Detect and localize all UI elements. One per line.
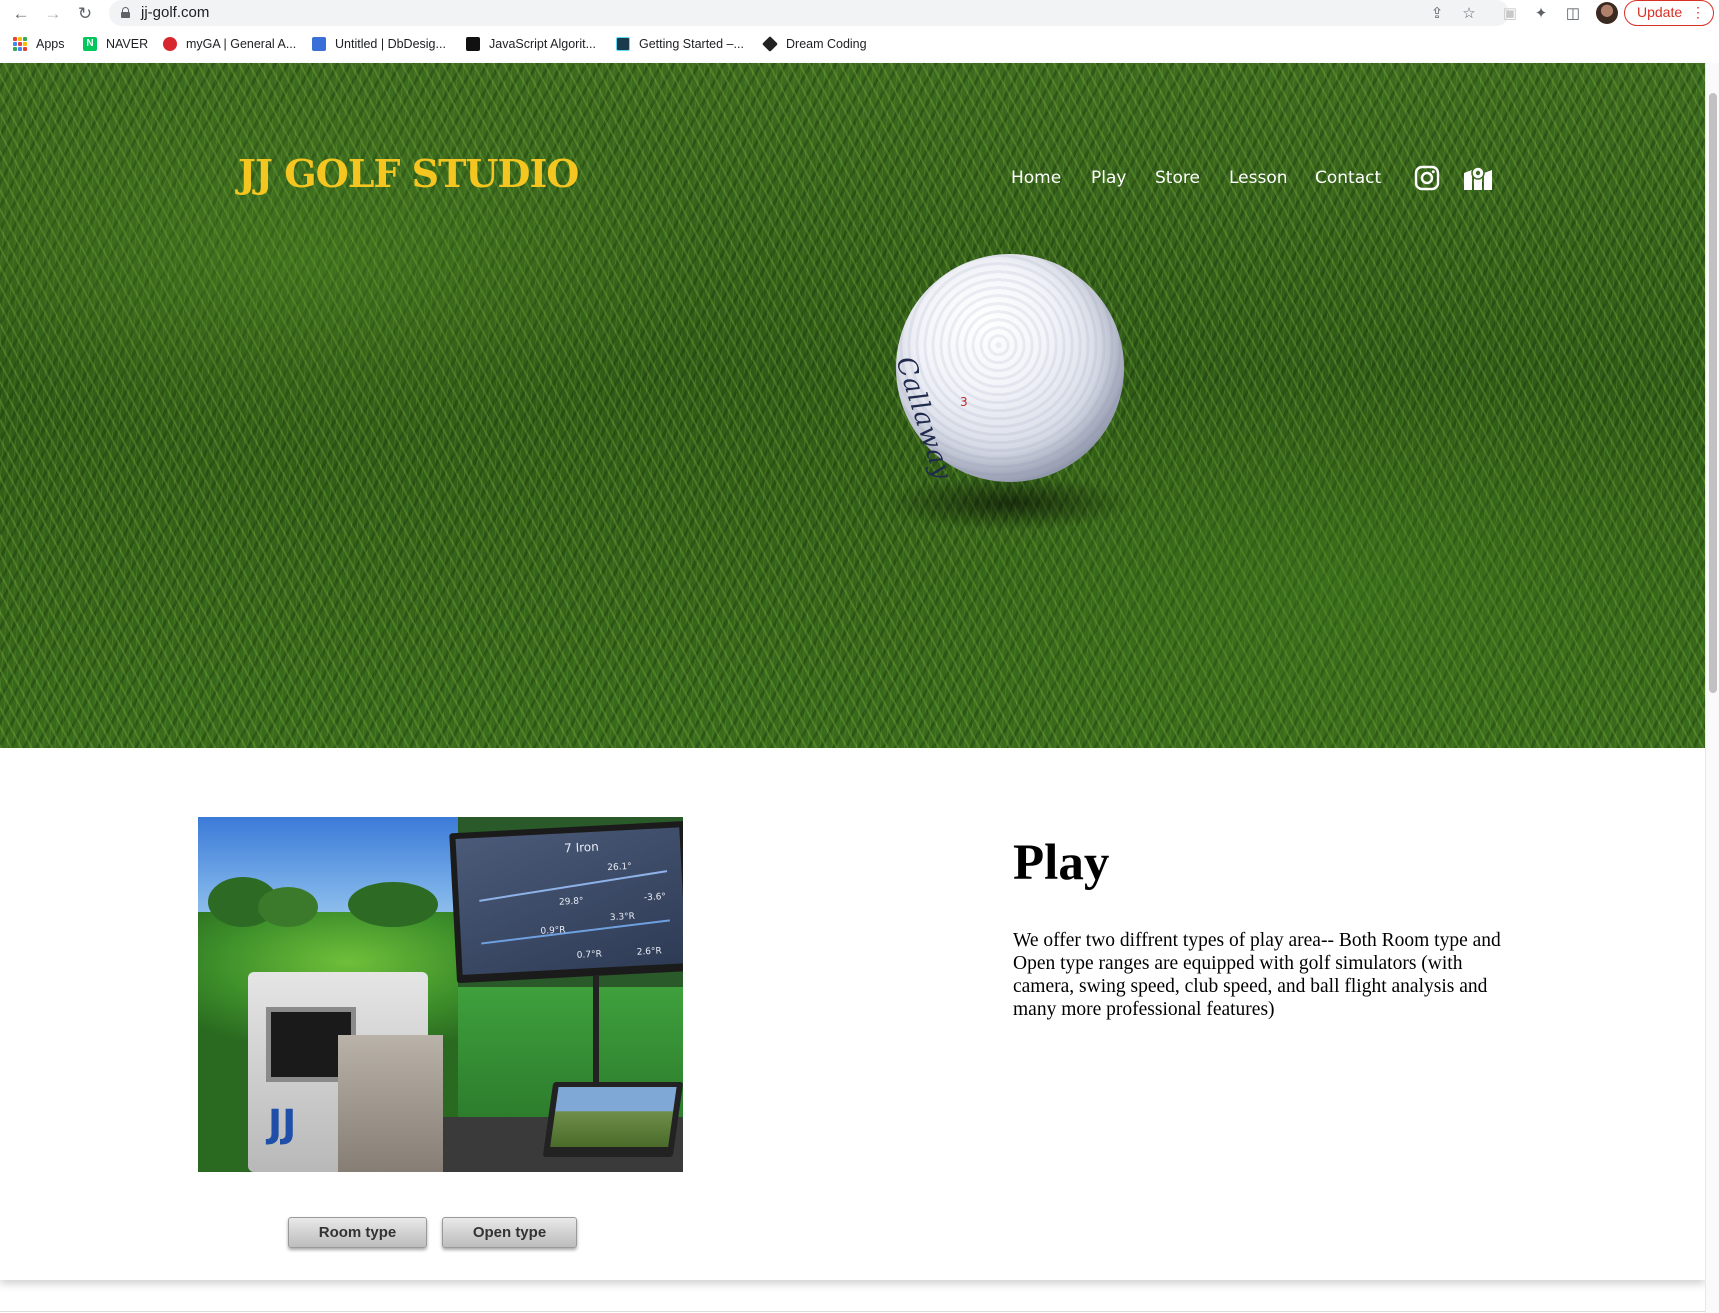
- bookmark-label: Apps: [36, 37, 65, 51]
- bookmark-getting-started[interactable]: Getting Started –...: [616, 34, 744, 54]
- bookmark-label: Getting Started –...: [639, 37, 744, 51]
- address-bar[interactable]: [109, 0, 1509, 26]
- instagram-icon[interactable]: [1414, 165, 1440, 191]
- readout-spin: 29.8°: [558, 896, 584, 908]
- back-icon[interactable]: ←: [10, 3, 32, 25]
- page: Callaway 3 JJ GOLF STUDIO Home Play Stor…: [0, 63, 1705, 1280]
- scrollbar-thumb[interactable]: [1709, 93, 1717, 693]
- bookmark-naver[interactable]: N NAVER: [83, 34, 148, 54]
- play-title: Play: [1013, 835, 1110, 891]
- naver-icon: N: [83, 37, 97, 51]
- nav-contact[interactable]: Contact: [1315, 168, 1381, 188]
- myga-icon: [163, 37, 177, 51]
- bookmark-myga[interactable]: myGA | General A...: [163, 34, 296, 54]
- react-icon: [616, 37, 630, 51]
- more-icon[interactable]: ⋮: [1691, 1, 1705, 24]
- bookmark-label: JavaScript Algorit...: [489, 37, 596, 51]
- browser-toolbar: ← → ↻ jj-golf.com ⇪ ☆ ▣ ✦ ◫ Update ⋮: [0, 0, 1719, 27]
- hero-section: Callaway 3 JJ GOLF STUDIO Home Play Stor…: [0, 63, 1705, 748]
- javascript-algorithms-icon: [466, 37, 480, 51]
- readout-swing: 0.7°R: [576, 949, 603, 961]
- map-icon[interactable]: [1463, 165, 1493, 191]
- site-logo[interactable]: JJ GOLF STUDIO: [238, 151, 579, 196]
- page-viewport: Callaway 3 JJ GOLF STUDIO Home Play Stor…: [0, 63, 1719, 1313]
- nav-home[interactable]: Home: [1011, 168, 1061, 188]
- puzzle-icon[interactable]: ✦: [1530, 3, 1552, 25]
- bookmark-dbdesigner[interactable]: Untitled | DbDesig...: [312, 34, 446, 54]
- bookmark-label: myGA | General A...: [186, 37, 297, 51]
- bookmark-label: Dream Coding: [786, 37, 867, 51]
- open-type-button[interactable]: Open type: [442, 1217, 577, 1248]
- room-type-button[interactable]: Room type: [288, 1217, 427, 1248]
- simulator-photo: 7 Iron 26.1° 29.8° -3.6° 3.3°R 0.9°R 0.7…: [198, 817, 683, 1172]
- url-text[interactable]: jj-golf.com: [141, 4, 209, 21]
- dream-coding-icon: [762, 36, 778, 52]
- bookmarks-bar: Apps N NAVER myGA | General A... Untitle…: [0, 32, 1719, 57]
- monitor-title: 7 Iron: [563, 839, 600, 856]
- share-icon[interactable]: ⇪: [1426, 3, 1448, 25]
- lock-icon: [121, 7, 130, 18]
- profile-avatar[interactable]: [1596, 2, 1618, 24]
- bookmark-dream-coding[interactable]: Dream Coding: [762, 34, 867, 54]
- nav-store[interactable]: Store: [1155, 168, 1200, 188]
- update-label: Update: [1637, 4, 1683, 20]
- readout-attack: -3.6°: [643, 892, 667, 904]
- bookmark-star-icon[interactable]: ☆: [1458, 3, 1480, 25]
- bookmark-javascript[interactable]: JavaScript Algorit...: [466, 34, 596, 54]
- ball-number-text: 3: [960, 395, 968, 409]
- laptop: [542, 1082, 683, 1157]
- nav-lesson[interactable]: Lesson: [1229, 168, 1288, 188]
- readout-path: 2.6°R: [636, 946, 663, 958]
- readout-launch: 26.1°: [607, 861, 633, 874]
- bookmark-apps[interactable]: Apps: [13, 34, 65, 54]
- extension-icon[interactable]: ▣: [1499, 3, 1521, 25]
- divider: [0, 1311, 1705, 1312]
- bookmark-label: NAVER: [106, 37, 149, 51]
- play-description: We offer two diffrent types of play area…: [1013, 930, 1501, 1020]
- apps-grid-icon: [13, 37, 27, 51]
- readout-face: 3.3°R: [609, 911, 636, 924]
- simulator-monitor: 7 Iron 26.1° 29.8° -3.6° 3.3°R 0.9°R 0.7…: [449, 820, 683, 984]
- nav-play[interactable]: Play: [1091, 168, 1126, 188]
- side-panel-icon[interactable]: ◫: [1562, 3, 1584, 25]
- forward-icon[interactable]: →: [42, 3, 64, 25]
- scrollbar[interactable]: [1705, 63, 1719, 1313]
- bookmark-label: Untitled | DbDesig...: [335, 37, 446, 51]
- readout-direction: 0.9°R: [540, 925, 566, 937]
- dbdesigner-icon: [312, 37, 326, 51]
- update-button[interactable]: Update ⋮: [1624, 0, 1714, 26]
- reload-icon[interactable]: ↻: [74, 3, 96, 25]
